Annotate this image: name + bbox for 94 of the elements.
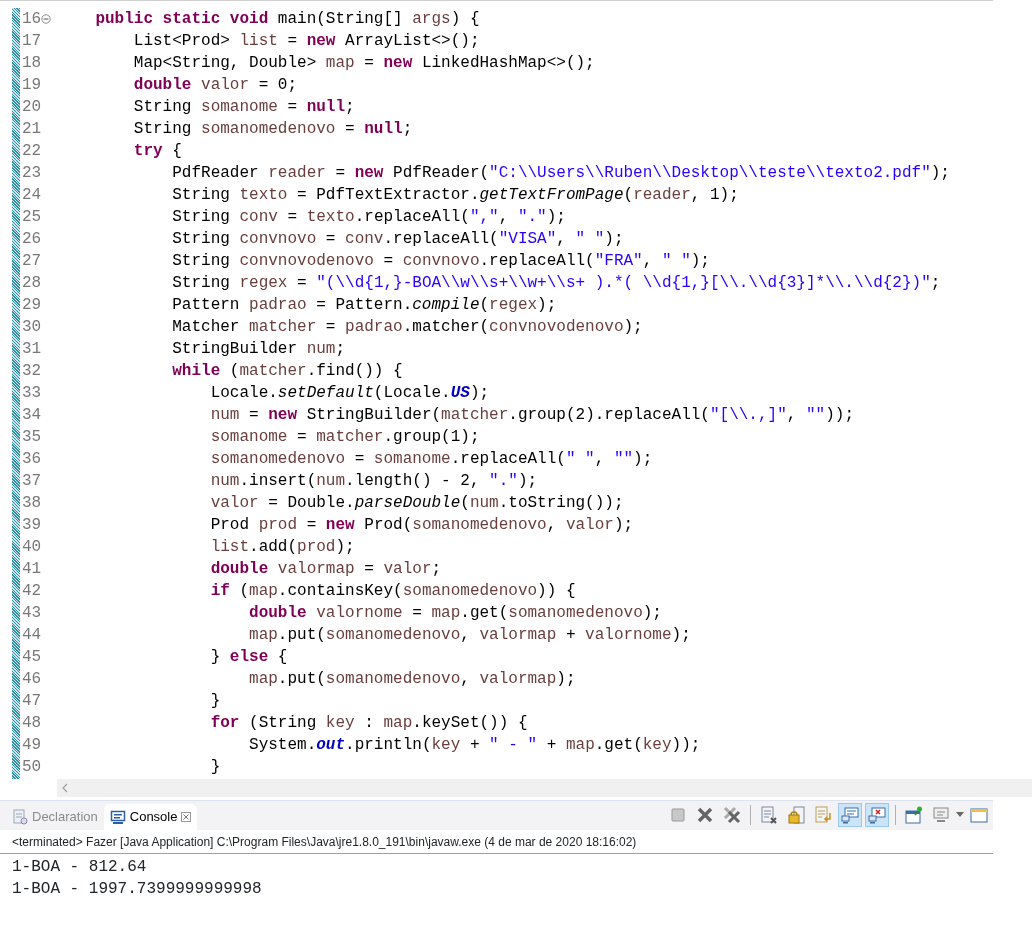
line-number: 43 [22, 603, 42, 624]
code-line: try { [132, 141, 182, 162]
code-line: list.add(prod); [209, 537, 355, 558]
line-number: 25 [22, 207, 42, 228]
close-icon[interactable] [181, 812, 192, 822]
line-number: 50 [22, 757, 42, 778]
line-number: 46 [22, 669, 42, 690]
code-line: } else { [209, 647, 288, 668]
line-number: 21 [22, 119, 42, 140]
line-number: 28 [22, 273, 42, 294]
code-line: String somanome = null; [132, 97, 355, 118]
code-line: } [209, 691, 221, 712]
code-line: System.out.println(key + " - " + map.get(key)); [248, 735, 701, 756]
lock-icon [786, 805, 806, 825]
line-number: 39 [22, 515, 42, 536]
monitor-message-icon [840, 805, 860, 825]
stop-icon [668, 805, 688, 825]
line-number: 20 [22, 97, 42, 118]
code-line: valor = Double.parseDouble(num.toString()); [209, 493, 624, 514]
code-line: String texto = PdfTextExtractor.getTextFromPage(reader, 1); [171, 185, 739, 206]
line-number: 19 [22, 75, 42, 96]
code-line: StringBuilder num; [171, 339, 346, 360]
line-number: 42 [22, 581, 42, 602]
code-line: map.put(somanomedenovo, valormap + valornome); [248, 625, 691, 646]
toolbar-button[interactable] [838, 803, 862, 827]
code-line: List<Prod> list = new ArrayList<>(); [132, 31, 480, 52]
code-line: String regex = "(\\d{1,}-BOA\\w\\s+\\w+\\s+ ).*( \\d{1,}[\\.\\d{3}]*\\.\\d{2})"; [171, 273, 941, 294]
pin-icon [904, 805, 924, 825]
line-number: 47 [22, 691, 42, 712]
code-line: for (String key : map.keySet()) { [209, 713, 528, 734]
line-number: 49 [22, 735, 42, 756]
line-number: 23 [22, 163, 42, 184]
code-line: PdfReader reader = new PdfReader("C:\\Users\\Ruben\\Desktop\\teste\\texto2.pdf"); [171, 163, 950, 184]
line-number: 45 [22, 647, 42, 668]
toolbar-button[interactable] [865, 803, 889, 827]
code-line: somanome = matcher.group(1); [209, 427, 480, 448]
code-line: num.insert(num.length() - 2, "."); [209, 471, 538, 492]
code-line: Pattern padrao = Pattern.compile(regex); [171, 295, 557, 316]
code-line: while (matcher.find()) { [171, 361, 403, 382]
line-number: 48 [22, 713, 42, 734]
line-number: 34 [22, 405, 42, 426]
panel-tab[interactable]: Console [103, 804, 198, 830]
line-number: 38 [22, 493, 42, 514]
line-number: 17 [22, 31, 42, 52]
line-number: 37 [22, 471, 42, 492]
remove-icon [695, 805, 715, 825]
code-line: String convnovo = conv.replaceAll("VISA", " "); [171, 229, 624, 250]
code-line: String convnovodenovo = convnovo.replaceAll("FRA", " "); [171, 251, 710, 272]
collapse-icon[interactable] [41, 14, 52, 24]
monitor-error-icon [867, 805, 887, 825]
remove-all-icon [722, 805, 742, 825]
scroll-left-icon[interactable] [61, 783, 69, 793]
line-number: 29 [22, 295, 42, 316]
line-number: 26 [22, 229, 42, 250]
console-status: <terminated> Fazer [Java Application] C:\Program Files\Java\jre1.8.0_191\bin\javaw.exe (4 de mar de 2020 18:16:02) [0, 830, 993, 854]
line-number: 33 [22, 383, 42, 404]
code-line: if (map.containsKey(somanomedenovo)) { [209, 581, 576, 602]
line-number: 30 [22, 317, 42, 338]
line-number: 41 [22, 559, 42, 580]
line-number: 16 [22, 9, 42, 30]
code-line: double valor = 0; [132, 75, 298, 96]
console-output-line: 1-BOA - 1997.7399999999998 [11, 879, 263, 900]
declaration-icon [12, 809, 28, 825]
line-number: 22 [22, 141, 42, 162]
line-number: 24 [22, 185, 42, 206]
code-line: Prod prod = new Prod(somanomedenovo, valor); [209, 515, 634, 536]
line-number: 36 [22, 449, 42, 470]
code-line: double valormap = valor; [209, 559, 442, 580]
line-number: 31 [22, 339, 42, 360]
console-icon [109, 809, 126, 825]
code-line: Locale.setDefault(Locale.US); [209, 383, 490, 404]
code-line: map.put(somanomedenovo, valormap); [248, 669, 576, 690]
code-line: Map<String, Double> map = new LinkedHashMap<>(); [132, 53, 595, 74]
window-icon [969, 805, 989, 825]
console-output-line: 1-BOA - 812.64 [11, 857, 148, 878]
caret-icon[interactable] [956, 812, 964, 818]
document-arrow-icon [813, 805, 833, 825]
code-line: double valornome = map.get(somanomedenovo); [248, 603, 662, 624]
clear-document-icon [759, 805, 779, 825]
horizontal-scrollbar[interactable] [57, 779, 1032, 797]
line-number: 40 [22, 537, 42, 558]
code-line: num = new StringBuilder(matcher.group(2).replaceAll("[\\.,]", "")); [209, 405, 854, 426]
code-line: } [209, 757, 221, 778]
line-number: 18 [22, 53, 42, 74]
monitor-icon [931, 805, 951, 825]
code-line: Matcher matcher = padrao.matcher(convnovodenovo); [171, 317, 643, 338]
code-line: public static void main(String[] args) { [94, 9, 480, 30]
code-line: somanomedenovo = somanome.replaceAll(" ", ""); [209, 449, 653, 470]
line-number: 35 [22, 427, 42, 448]
line-number: 44 [22, 625, 42, 646]
code-line: String somanomedenovo = null; [132, 119, 413, 140]
code-line: String conv = texto.replaceAll(",", "."); [171, 207, 566, 228]
line-number: 27 [22, 251, 42, 272]
line-number: 32 [22, 361, 42, 382]
